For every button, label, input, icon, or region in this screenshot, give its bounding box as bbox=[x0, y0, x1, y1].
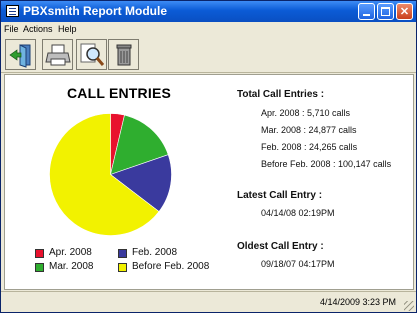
status-datetime: 4/14/2009 3:23 PM bbox=[319, 297, 396, 307]
legend-swatch-feb bbox=[118, 249, 127, 258]
menu-bar: File Actions Help bbox=[1, 22, 416, 36]
legend-label-feb: Feb. 2008 bbox=[132, 247, 178, 258]
total-line-before-feb: Before Feb. 2008 : 100,147 calls bbox=[261, 159, 392, 169]
menu-actions[interactable]: Actions bbox=[23, 24, 53, 34]
trash-icon bbox=[116, 44, 131, 65]
resize-grip-icon[interactable] bbox=[404, 301, 414, 311]
toolbar bbox=[1, 36, 416, 73]
exit-button[interactable] bbox=[5, 39, 36, 70]
status-bar: 4/14/2009 3:23 PM bbox=[1, 291, 416, 313]
pie-chart bbox=[49, 113, 172, 236]
maximize-icon bbox=[381, 7, 390, 16]
chart-title: CALL ENTRIES bbox=[67, 85, 172, 101]
legend-swatch-before-feb bbox=[118, 263, 127, 272]
maximize-button[interactable] bbox=[377, 3, 394, 20]
title-bar[interactable]: PBXsmith Report Module ✕ bbox=[1, 1, 416, 22]
total-line-feb: Feb. 2008 : 24,265 calls bbox=[261, 142, 358, 152]
legend-label-apr: Apr. 2008 bbox=[49, 247, 92, 258]
legend-label-before-feb: Before Feb. 2008 bbox=[132, 261, 210, 272]
legend-label-mar: Mar. 2008 bbox=[49, 261, 94, 272]
oldest-value: 09/18/07 04:17PM bbox=[261, 259, 335, 269]
menu-help[interactable]: Help bbox=[58, 24, 77, 34]
zoom-icon bbox=[80, 43, 104, 66]
minimize-button[interactable] bbox=[358, 3, 375, 20]
total-heading: Total Call Entries : bbox=[237, 89, 325, 100]
legend-swatch-apr bbox=[35, 249, 44, 258]
zoom-button[interactable] bbox=[76, 39, 107, 70]
close-button[interactable]: ✕ bbox=[396, 3, 413, 20]
legend-swatch-mar bbox=[35, 263, 44, 272]
total-line-apr: Apr. 2008 : 5,710 calls bbox=[261, 108, 351, 118]
latest-value: 04/14/08 02:19PM bbox=[261, 208, 335, 218]
minimize-icon bbox=[363, 13, 370, 16]
report-panel: CALL ENTRIES Apr. 2008 Feb. 2008 Mar. 20… bbox=[4, 74, 414, 290]
latest-heading: Latest Call Entry : bbox=[237, 190, 323, 201]
total-line-mar: Mar. 2008 : 24,877 calls bbox=[261, 125, 357, 135]
app-window: PBXsmith Report Module ✕ File Actions He… bbox=[0, 0, 417, 313]
window-title: PBXsmith Report Module bbox=[23, 4, 168, 18]
exit-door-icon bbox=[8, 43, 30, 68]
print-button[interactable] bbox=[42, 39, 73, 70]
print-icon bbox=[44, 44, 71, 65]
oldest-heading: Oldest Call Entry : bbox=[237, 241, 324, 252]
menu-file[interactable]: File bbox=[4, 24, 19, 34]
delete-button[interactable] bbox=[108, 39, 139, 70]
app-icon[interactable] bbox=[6, 5, 19, 17]
close-icon: ✕ bbox=[399, 6, 410, 18]
